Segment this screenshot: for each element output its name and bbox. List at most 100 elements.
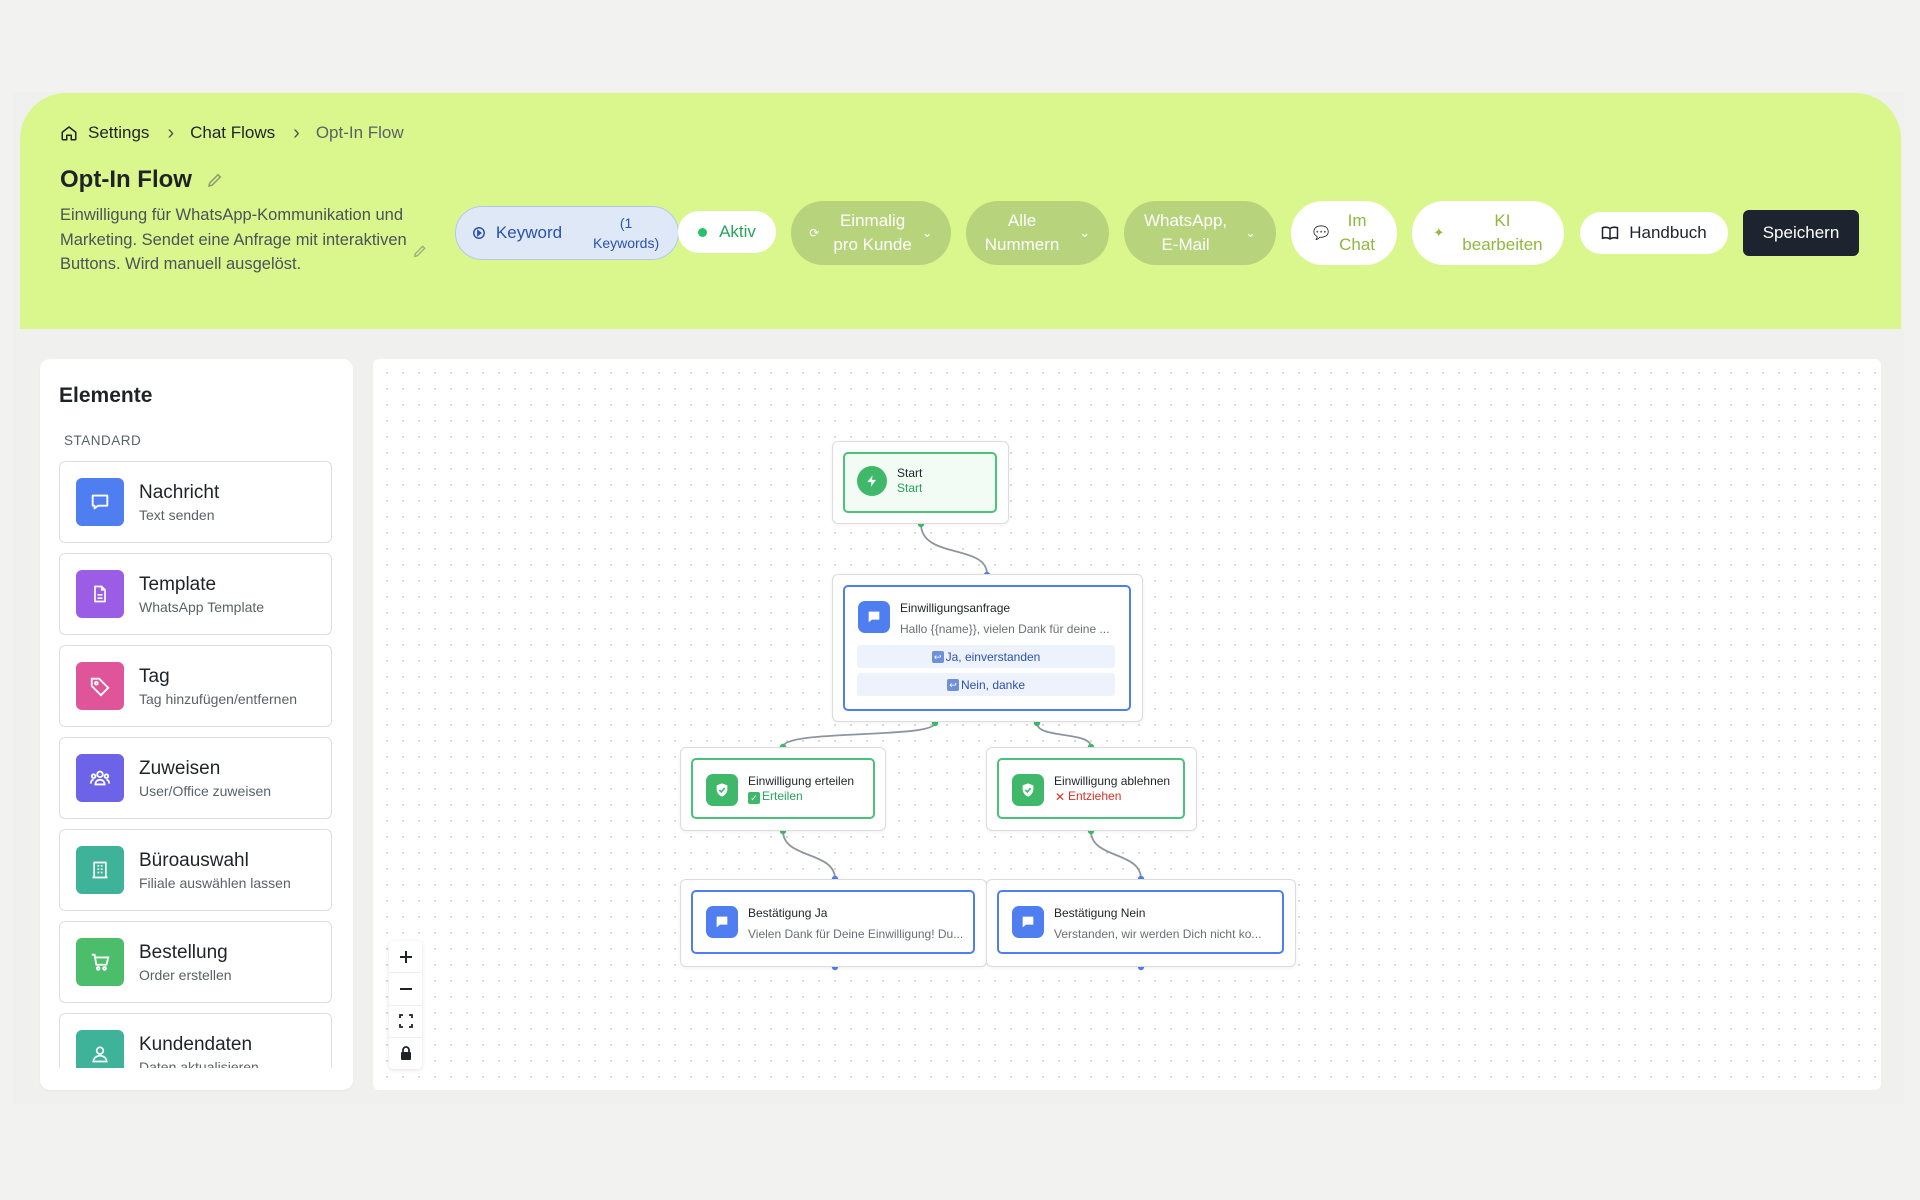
node-start[interactable]: Start Start [843, 452, 997, 513]
breadcrumb-chat-flows[interactable]: Chat Flows [190, 123, 275, 143]
message-icon [858, 601, 890, 633]
sidebar-section-label: STANDARD [64, 433, 142, 448]
shield-check-icon [1012, 774, 1044, 806]
edge-grant-confirm [782, 830, 836, 880]
plus-icon [399, 950, 412, 963]
element-kundendaten[interactable]: Kundendaten Daten aktualisieren [59, 1013, 332, 1068]
node-reject[interactable]: Einwilligung ablehnen ✕ Entziehen [997, 758, 1185, 819]
element-desc: WhatsApp Template [139, 599, 265, 615]
node-subtitle: Vielen Dank für Deine Einwilligung! Du..… [748, 927, 964, 941]
channels-select[interactable]: WhatsApp, E-Mail ⌄ [1124, 201, 1276, 265]
pencil-icon[interactable] [412, 243, 428, 259]
user-icon [76, 1030, 124, 1068]
refresh-icon: ⟳ [809, 226, 820, 240]
edge-yes-grant [782, 722, 936, 748]
breadcrumb-current: Opt-In Flow [315, 123, 404, 142]
node-title: Bestätigung Ja [748, 906, 828, 920]
cross-icon: ✕ [1054, 790, 1066, 804]
flow-header: Settings › Chat Flows › Opt-In Flow Opt-… [20, 93, 1901, 329]
manual-label: Handbuch [1629, 223, 1707, 242]
frequency-select[interactable]: ⟳ Einmalig pro Kunde ⌄ [791, 201, 951, 265]
lightning-icon [857, 466, 887, 496]
page-title: Opt-In Flow [60, 166, 192, 193]
chevron-down-icon: ⌄ [921, 225, 933, 240]
node-title: Einwilligung erteilen [748, 774, 855, 788]
node-subtitle: Start [897, 481, 923, 495]
message-icon [76, 478, 124, 526]
trigger-label: Keyword [495, 223, 563, 242]
minus-icon [399, 987, 412, 990]
node-request[interactable]: Einwilligungsanfrage Hallo {{name}}, vie… [843, 585, 1131, 711]
tag-icon [76, 662, 124, 710]
ai-edit-button[interactable]: ✦ KI bearbeiten [1412, 201, 1564, 265]
element-nachricht[interactable]: Nachricht Text senden [59, 461, 332, 543]
node-confirm-yes-wrapper[interactable]: Bestätigung Ja Vielen Dank für Deine Ein… [680, 879, 987, 967]
flow-description: Einwilligung für WhatsApp-Kommunikation … [60, 206, 407, 273]
chevron-down-icon: ⌄ [1079, 225, 1091, 240]
element-name: Zuweisen [139, 758, 221, 779]
element-name: Büroauswahl [139, 850, 249, 871]
sidebar-title: Elemente [59, 384, 153, 407]
sparkles-icon: ✦ [1433, 225, 1445, 240]
node-subtitle: Hallo {{name}}, vielen Dank für deine ..… [900, 622, 1110, 636]
trigger-count: (1 Keywords) [592, 215, 660, 251]
flow-canvas[interactable]: Start Start Einwilligungsanfrage Hallo {… [373, 359, 1881, 1090]
in-chat-label: Im Chat [1339, 211, 1376, 254]
manual-button[interactable]: Handbuch [1580, 212, 1728, 254]
node-confirm-no[interactable]: Bestätigung Nein Verstanden, wir werden … [997, 890, 1284, 954]
channels-label: WhatsApp, E-Mail [1143, 211, 1228, 254]
zoom-in-button[interactable] [389, 941, 422, 974]
node-title: Start [897, 466, 923, 480]
element-bueroauswahl[interactable]: Büroauswahl Filiale auswählen lassen [59, 829, 332, 911]
book-icon [1601, 226, 1619, 240]
trigger-keyword-pill[interactable]: Keyword (1 Keywords) [455, 206, 679, 260]
element-name: Template [139, 574, 217, 595]
element-desc: Filiale auswählen lassen [139, 875, 291, 891]
ai-edit-label: KI bearbeiten [1462, 211, 1543, 254]
node-grant[interactable]: Einwilligung erteilen ✓ Erteilen [691, 758, 875, 819]
users-icon [76, 754, 124, 802]
pencil-icon[interactable] [206, 171, 224, 189]
element-bestellung[interactable]: Bestellung Order erstellen [59, 921, 332, 1003]
status-dot [698, 227, 708, 237]
breadcrumb-settings[interactable]: Settings [88, 123, 149, 143]
lock-button[interactable] [389, 1038, 422, 1069]
shield-check-icon [706, 774, 738, 806]
fit-view-button[interactable] [389, 1006, 422, 1038]
node-grant-wrapper[interactable]: Einwilligung erteilen ✓ Erteilen [680, 747, 886, 831]
trigger-icon [472, 227, 485, 239]
cart-icon [76, 938, 124, 986]
element-zuweisen[interactable]: Zuweisen User/Office zuweisen [59, 737, 332, 819]
status-toggle[interactable]: Aktiv [678, 211, 776, 253]
node-reject-wrapper[interactable]: Einwilligung ablehnen ✕ Entziehen [986, 747, 1197, 831]
node-request-wrapper[interactable]: Einwilligungsanfrage Hallo {{name}}, vie… [832, 574, 1143, 722]
element-list[interactable]: Nachricht Text senden Template WhatsApp Te… [59, 461, 332, 1068]
element-desc: Text senden [139, 507, 215, 523]
numbers-select[interactable]: Alle Nummern ⌄ [966, 201, 1109, 265]
message-icon [1012, 906, 1044, 938]
option-no[interactable]: ↩ Nein, danke [857, 673, 1115, 696]
element-name: Bestellung [139, 942, 228, 963]
save-button[interactable]: Speichern [1743, 210, 1859, 256]
elements-sidebar: Elemente STANDARD Nachricht Text senden T… [40, 359, 353, 1090]
zoom-out-button[interactable] [389, 973, 422, 1006]
option-yes[interactable]: ↩ Ja, einverstanden [857, 645, 1115, 668]
home-icon[interactable] [60, 124, 78, 142]
document-icon [76, 570, 124, 618]
element-template[interactable]: Template WhatsApp Template [59, 553, 332, 635]
element-desc: Tag hinzufügen/entfernen [139, 691, 298, 707]
node-start-wrapper[interactable]: Start Start [832, 441, 1009, 524]
chevron-right-icon: › [293, 122, 300, 144]
status-label: Aktiv [719, 222, 756, 241]
node-confirm-no-wrapper[interactable]: Bestätigung Nein Verstanden, wir werden … [986, 879, 1296, 967]
node-confirm-yes[interactable]: Bestätigung Ja Vielen Dank für Deine Ein… [691, 890, 975, 954]
node-title: Einwilligungsanfrage [900, 601, 1011, 615]
node-subtitle: ✕ Entziehen [1054, 789, 1122, 804]
element-name: Kundendaten [139, 1034, 253, 1055]
in-chat-button[interactable]: 💬 Im Chat [1291, 201, 1397, 265]
node-subtitle: ✓ Erteilen [748, 789, 854, 804]
breadcrumb: Settings › Chat Flows › Opt-In Flow [60, 123, 404, 143]
element-tag[interactable]: Tag Tag hinzufügen/entfernen [59, 645, 332, 727]
fit-view-icon [398, 1014, 413, 1029]
chevron-down-icon: ⌄ [1245, 225, 1257, 240]
